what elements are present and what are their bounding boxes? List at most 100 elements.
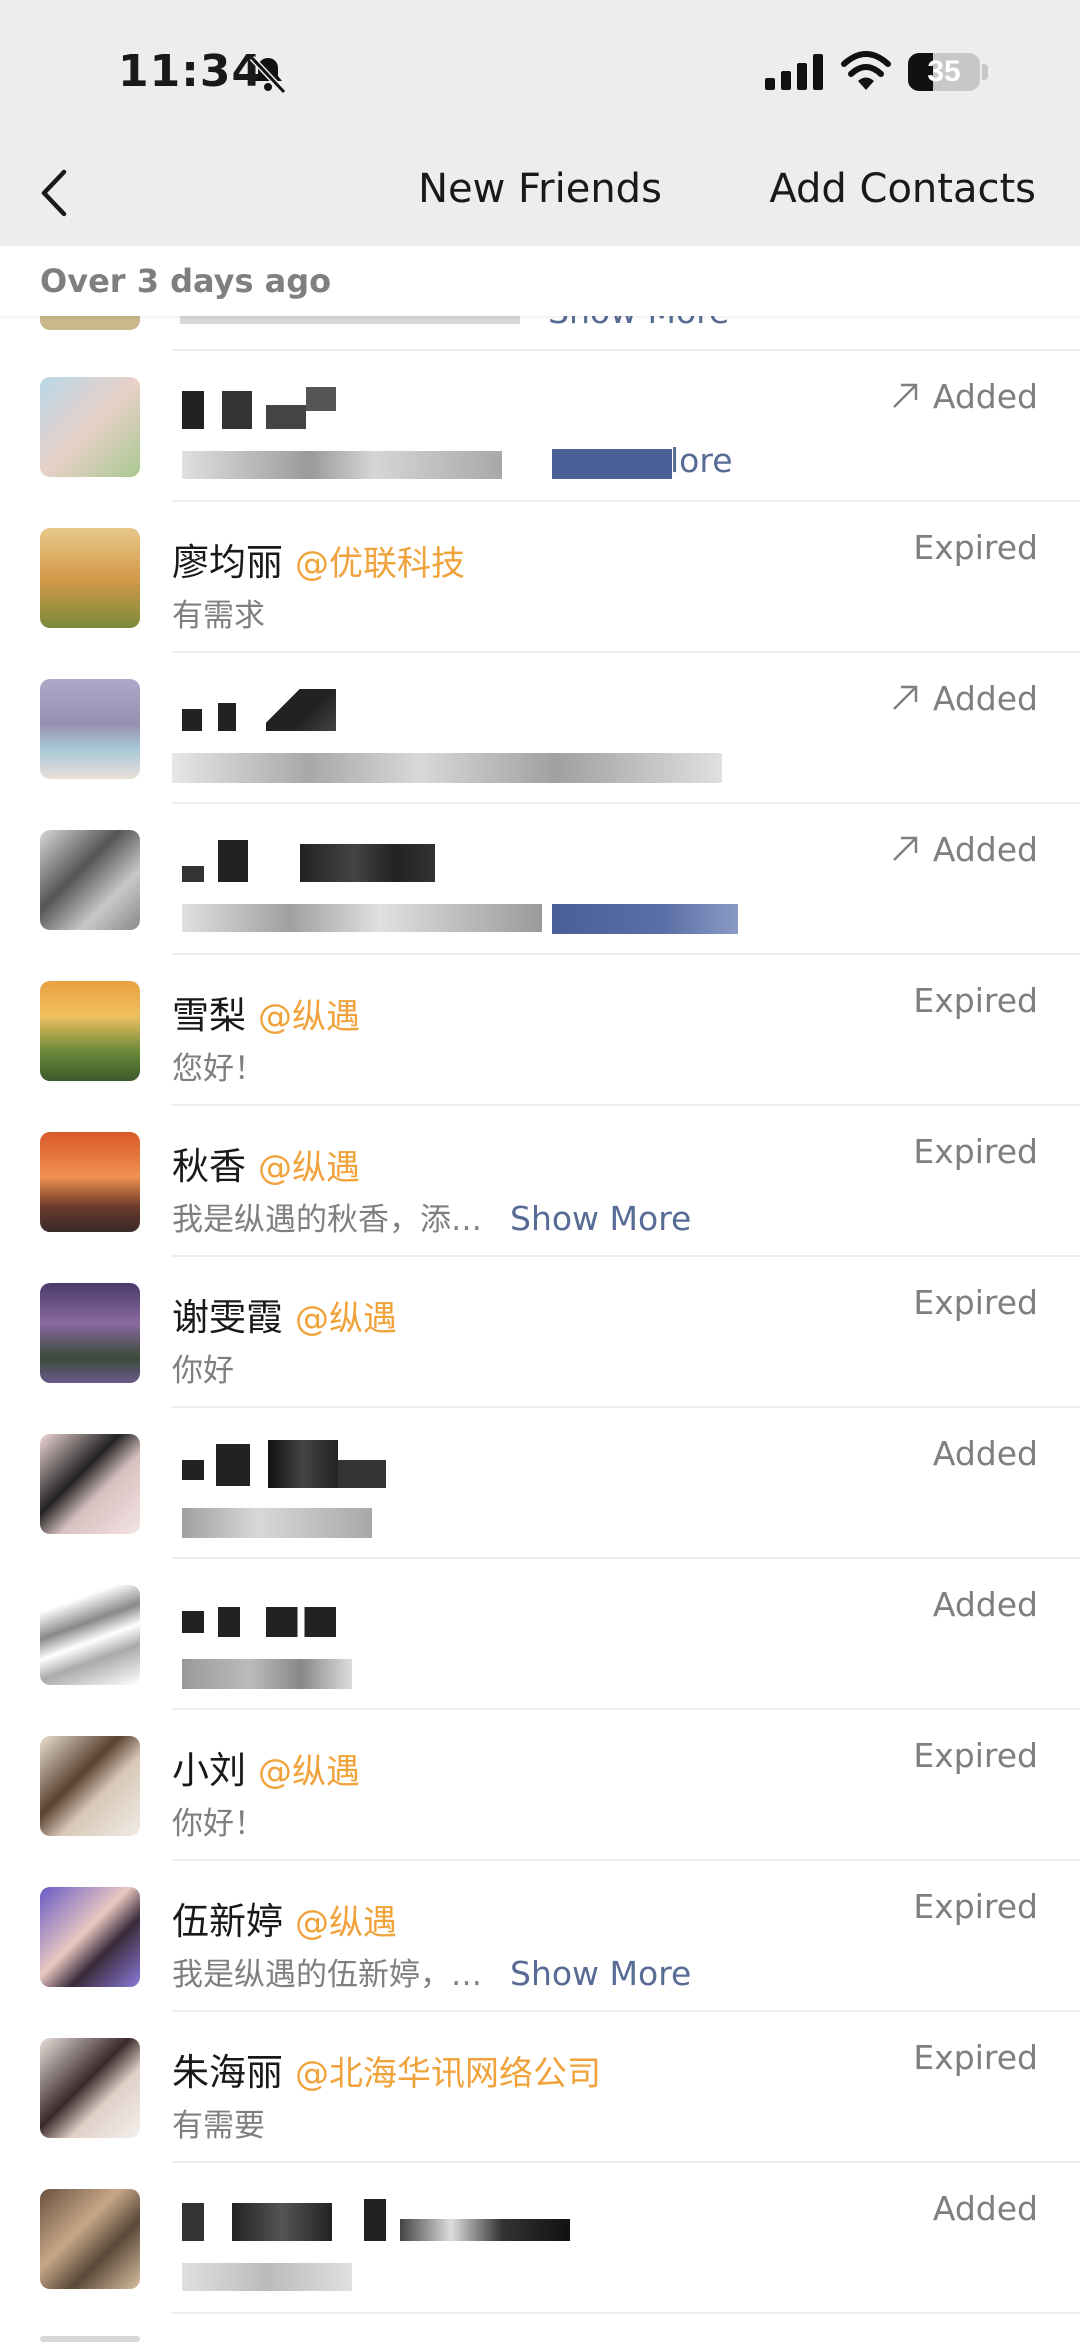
blurred-text [266,689,336,731]
blurred-text [232,2203,332,2241]
list-item[interactable]: 小刘 @纵遇 你好！ Expired [0,1710,1080,1861]
message-text: 有需要 [172,2108,265,2144]
show-more-link[interactable]: Show More [510,1199,691,1238]
status-label: Expired [913,528,1038,567]
status-bar: 11:34 35 [0,0,1080,140]
status-label: Expired [913,1887,1038,1926]
blurred-text [182,1611,204,1633]
message-text: 你好！ [172,1806,265,1842]
status-label: Expired [913,2038,1038,2077]
contact-name-line: 秋香 @纵遇 [172,1136,360,1190]
blurred-text [218,840,248,882]
blurred-text [266,405,306,429]
status-label: Added [932,2189,1038,2228]
message-text: 我是纵遇的秋香，添… [172,1202,482,1238]
blurred-text [216,1444,250,1486]
contact-name: 雪梨 [172,994,246,1037]
blurred-text [218,703,236,731]
message-line: 你好 [172,1345,234,1390]
message-text: 有需求 [172,598,265,634]
list-item-blurred[interactable]: Added [0,804,1080,955]
status-label: Expired [913,1736,1038,1775]
contact-name: 伍新婷 [172,1900,283,1943]
blurred-text [182,2263,352,2291]
message-line: 您好！ [172,1043,265,1088]
status-label: Added [891,830,1038,869]
contact-name-line: 雪梨 @纵遇 [172,985,360,1039]
avatar [40,528,140,628]
list-item[interactable]: 谢雯霞 @纵遇 你好 Expired [0,1257,1080,1408]
avatar [40,1887,140,1987]
list-item[interactable]: 廖均丽 @优联科技 有需求 Expired [0,502,1080,653]
blurred-text [182,1508,372,1538]
list-item[interactable]: 朱海丽 @北海华讯网络公司 有需要 Expired [0,2012,1080,2163]
section-header: Over 3 days ago [0,246,1080,316]
status-text: Added [932,830,1038,869]
avatar [40,1434,140,1534]
status-label: Expired [913,1132,1038,1171]
battery-cap [982,64,988,80]
contact-company: @纵遇 [295,1903,397,1943]
show-more-link[interactable]: lore [670,441,733,480]
blurred-text [364,2199,386,2241]
blurred-text [400,2219,570,2241]
message-line: 有需求 [172,590,265,635]
message-line: lore [670,441,733,480]
list-item-blurred[interactable]: Added [0,1559,1080,1710]
contact-company: @纵遇 [258,1148,360,1188]
avatar [40,1736,140,1836]
avatar [40,2336,140,2342]
show-more-link[interactable]: Show More [510,1954,691,1993]
blurred-text [172,753,722,783]
contact-name: 秋香 [172,1145,246,1188]
arrow-up-right-icon [893,685,918,710]
avatar [40,2189,140,2289]
contact-company: @纵遇 [258,1752,360,1792]
status-time: 11:34 [118,46,264,97]
avatar [40,1283,140,1383]
list-item-partial[interactable] [0,2314,1080,2342]
contact-name-line: 廖均丽 @优联科技 [172,532,465,586]
blurred-text [218,1607,240,1637]
list-item-blurred[interactable]: Added [0,2163,1080,2314]
status-label: Added [891,377,1038,416]
blurred-text [182,709,202,731]
contact-name: 谢雯霞 [172,1296,283,1339]
message-line: 你好！ [172,1798,265,1843]
blurred-link [552,449,672,479]
avatar [40,1585,140,1685]
list-item[interactable]: 秋香 @纵遇 我是纵遇的秋香，添… Show More Expired [0,1106,1080,1257]
list-item-blurred[interactable]: Added [0,653,1080,804]
bell-slash-icon [249,55,287,94]
avatar [40,981,140,1081]
contact-name: 廖均丽 [172,541,283,584]
blurred-text [182,904,542,932]
status-label: Expired [913,1283,1038,1322]
avatar [40,830,140,930]
list-item-blurred[interactable]: Added [0,1408,1080,1559]
contact-name: 朱海丽 [172,2051,283,2094]
blurred-text [222,391,252,429]
status-text: Added [932,679,1038,718]
wifi-icon [841,51,891,90]
cellular-signal-icon [765,54,823,90]
blurred-text [182,2203,204,2241]
list-item[interactable]: 伍新婷 @纵遇 我是纵遇的伍新婷，… Show More Expired [0,1861,1080,2012]
list-item[interactable]: 雪梨 @纵遇 您好！ Expired [0,955,1080,1106]
status-label: Expired [913,981,1038,1020]
message-text: 您好！ [172,1051,265,1087]
arrow-up-right-icon [893,836,918,861]
contact-name: 小刘 [172,1749,246,1792]
status-text: Added [932,377,1038,416]
contact-name-line: 朱海丽 @北海华讯网络公司 [172,2042,601,2096]
avatar [40,377,140,477]
blurred-text [300,844,435,882]
contact-company: @纵遇 [295,1299,397,1339]
message-line: 我是纵遇的伍新婷，… Show More [172,1949,691,1994]
row-divider [172,349,1080,351]
blurred-text [182,451,502,479]
arrow-up-right-icon [893,383,918,408]
avatar [40,1132,140,1232]
avatar [40,679,140,779]
list-item-blurred[interactable]: lore Added [0,351,1080,502]
